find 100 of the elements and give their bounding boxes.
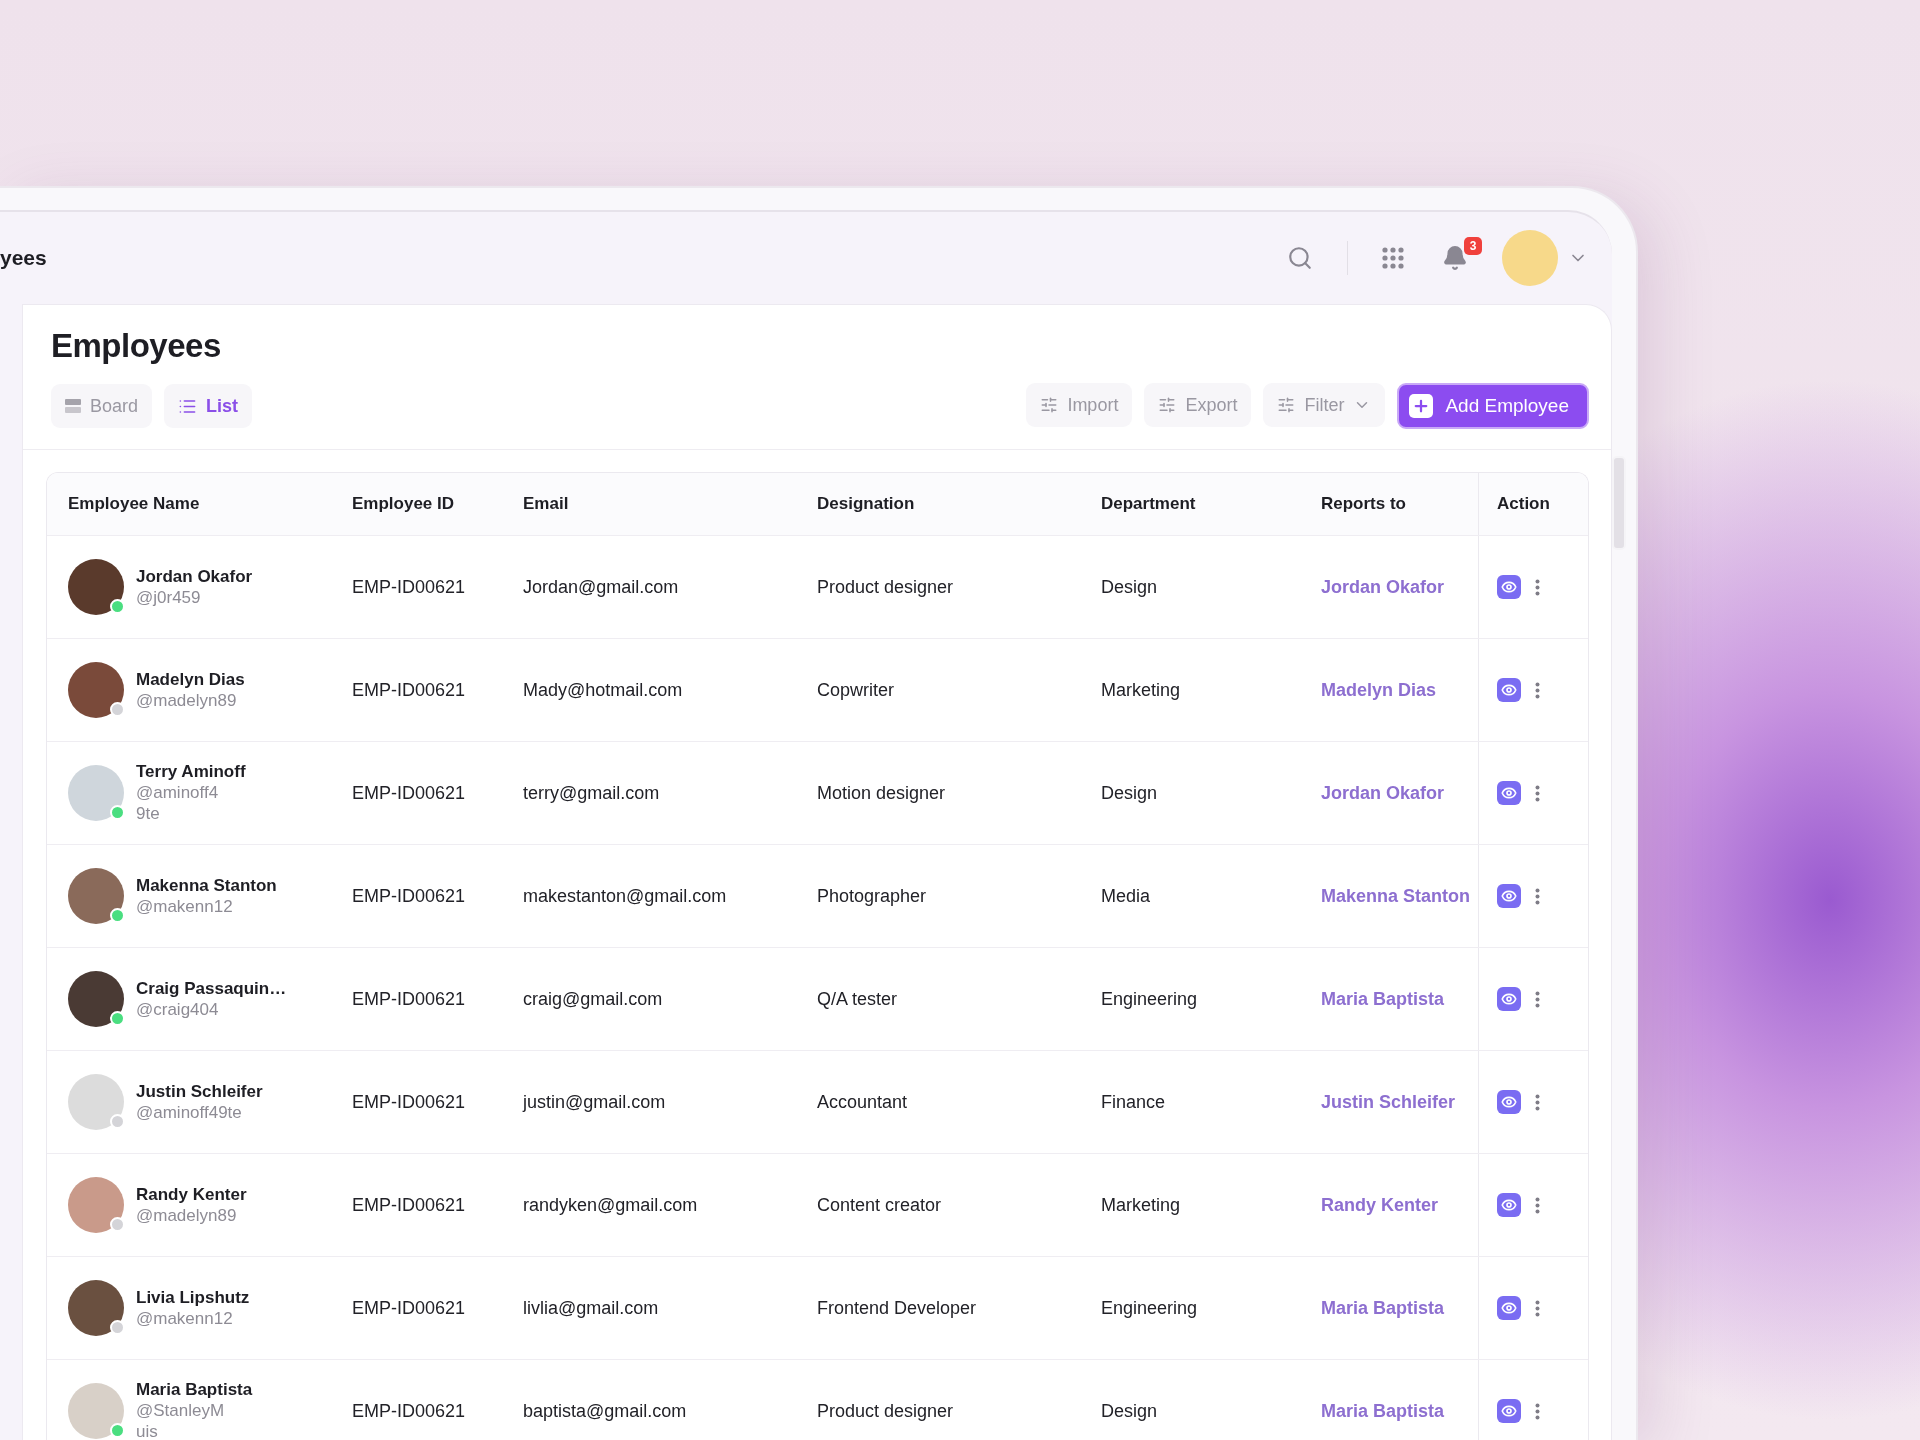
more-vertical-icon: [1535, 1196, 1540, 1214]
employee-handle: 9te: [136, 803, 161, 824]
import-button[interactable]: Import: [1026, 383, 1133, 427]
employee-name: Livia Lipshutz: [136, 1287, 250, 1308]
more-button[interactable]: [1535, 887, 1540, 905]
employee-handle: @makenn12: [136, 895, 234, 917]
manager-link[interactable]: Justin Schleifer: [1321, 1091, 1456, 1113]
view-button[interactable]: [1497, 678, 1521, 702]
more-button[interactable]: [1535, 1093, 1540, 1111]
view-button[interactable]: [1497, 1090, 1521, 1114]
avatar: [68, 559, 124, 615]
table-cell: EMP-ID00621: [352, 782, 466, 804]
table-cell: EMP-ID00621: [352, 576, 466, 598]
table-cell: Copwriter: [817, 679, 895, 701]
eye-icon: [1501, 991, 1517, 1007]
manager-link[interactable]: Makenna Stanton: [1321, 885, 1471, 907]
filter-button[interactable]: Filter: [1263, 383, 1386, 427]
plus-icon: [1409, 394, 1434, 418]
table-cell: Media: [1101, 885, 1151, 907]
user-avatar: [1502, 230, 1558, 286]
eye-icon: [1501, 1403, 1517, 1419]
employee-name: Maria Baptista: [136, 1380, 253, 1400]
employee-handle: @madelyn89: [136, 1204, 238, 1226]
avatar: [68, 1280, 124, 1336]
table-cell: Accountant: [817, 1091, 908, 1113]
avatar: [68, 1074, 124, 1130]
more-vertical-icon: [1535, 1402, 1540, 1420]
view-button[interactable]: [1497, 987, 1521, 1011]
manager-link[interactable]: Maria Baptista: [1321, 1297, 1445, 1319]
add-employee-button[interactable]: Add Employee: [1397, 383, 1589, 429]
more-button[interactable]: [1535, 784, 1540, 802]
more-vertical-icon: [1535, 681, 1540, 699]
column-header: Reports to: [1321, 494, 1406, 514]
employee-name: Randy Kenter: [136, 1184, 247, 1205]
manager-link[interactable]: Jordan Okafor: [1321, 576, 1445, 598]
page-title: Employees: [51, 327, 222, 365]
more-vertical-icon: [1535, 1093, 1540, 1111]
table-cell: Design: [1101, 1400, 1158, 1422]
view-button[interactable]: [1497, 1193, 1521, 1217]
avatar: [68, 1383, 124, 1439]
table-cell: justin@gmail.com: [523, 1091, 666, 1113]
table-cell: craig@gmail.com: [523, 988, 663, 1010]
column-header: Department: [1101, 494, 1196, 514]
view-button[interactable]: [1497, 1399, 1521, 1423]
export-button[interactable]: Export: [1144, 383, 1252, 427]
employee-handle: uis: [136, 1421, 159, 1440]
table-cell: Mady@hotmail.com: [523, 679, 683, 701]
employee-handle: @craig404: [136, 998, 220, 1020]
table-cell: Finance: [1101, 1091, 1166, 1113]
column-header: Email: [523, 494, 569, 514]
table-cell: EMP-ID00621: [352, 885, 466, 907]
manager-link[interactable]: Maria Baptista: [1321, 1400, 1445, 1422]
table-cell: EMP-ID00621: [352, 1297, 466, 1319]
avatar: [68, 662, 124, 718]
sliders-icon: [1040, 396, 1059, 414]
manager-link[interactable]: Madelyn Dias: [1321, 679, 1437, 701]
more-button[interactable]: [1535, 990, 1540, 1008]
table-cell: Marketing: [1101, 1194, 1181, 1216]
table-cell: EMP-ID00621: [352, 1194, 466, 1216]
manager-link[interactable]: Randy Kenter: [1321, 1194, 1439, 1216]
view-button[interactable]: [1497, 781, 1521, 805]
grid-icon: [1382, 247, 1404, 269]
table-cell: Marketing: [1101, 679, 1181, 701]
avatar: [68, 1177, 124, 1233]
view-button[interactable]: [1497, 1296, 1521, 1320]
employee-name: Madelyn Dias: [136, 669, 245, 690]
column-header: Employee ID: [352, 494, 455, 514]
more-button[interactable]: [1535, 1299, 1540, 1317]
manager-link[interactable]: Maria Baptista: [1321, 988, 1445, 1010]
column-header: Designation: [817, 494, 915, 514]
table-cell: EMP-ID00621: [352, 1400, 466, 1422]
view-button[interactable]: [1497, 884, 1521, 908]
more-button[interactable]: [1535, 1402, 1540, 1420]
table-cell: EMP-ID00621: [352, 679, 466, 701]
table-cell: Motion designer: [817, 782, 946, 804]
manager-link[interactable]: Jordan Okafor: [1321, 782, 1445, 804]
table-cell: Product designer: [817, 1400, 954, 1422]
avatar: [68, 868, 124, 924]
employee-handle: @j0r459: [136, 586, 202, 608]
avatar: [68, 765, 124, 821]
table-cell: makestanton@gmail.com: [523, 885, 727, 907]
more-button[interactable]: [1535, 578, 1540, 596]
more-vertical-icon: [1535, 1299, 1540, 1317]
more-button[interactable]: [1535, 1196, 1540, 1214]
more-button[interactable]: [1535, 681, 1540, 699]
notification-badge: 3: [1464, 237, 1482, 255]
column-header: Employee Name: [68, 494, 200, 514]
table-cell: Product designer: [817, 576, 954, 598]
view-tab[interactable]: List: [164, 384, 253, 428]
employee-name: Jordan Okafor: [136, 566, 253, 587]
search-icon: [1287, 245, 1313, 271]
eye-icon: [1501, 1197, 1517, 1213]
table-cell: Frontend Developer: [817, 1297, 977, 1319]
table-cell: Design: [1101, 576, 1158, 598]
app-title: yees: [0, 246, 48, 270]
eye-icon: [1501, 888, 1517, 904]
table-cell: Content creator: [817, 1194, 942, 1216]
view-button[interactable]: [1497, 575, 1521, 599]
view-tab[interactable]: Board: [51, 384, 153, 428]
table-cell: randyken@gmail.com: [523, 1194, 698, 1216]
